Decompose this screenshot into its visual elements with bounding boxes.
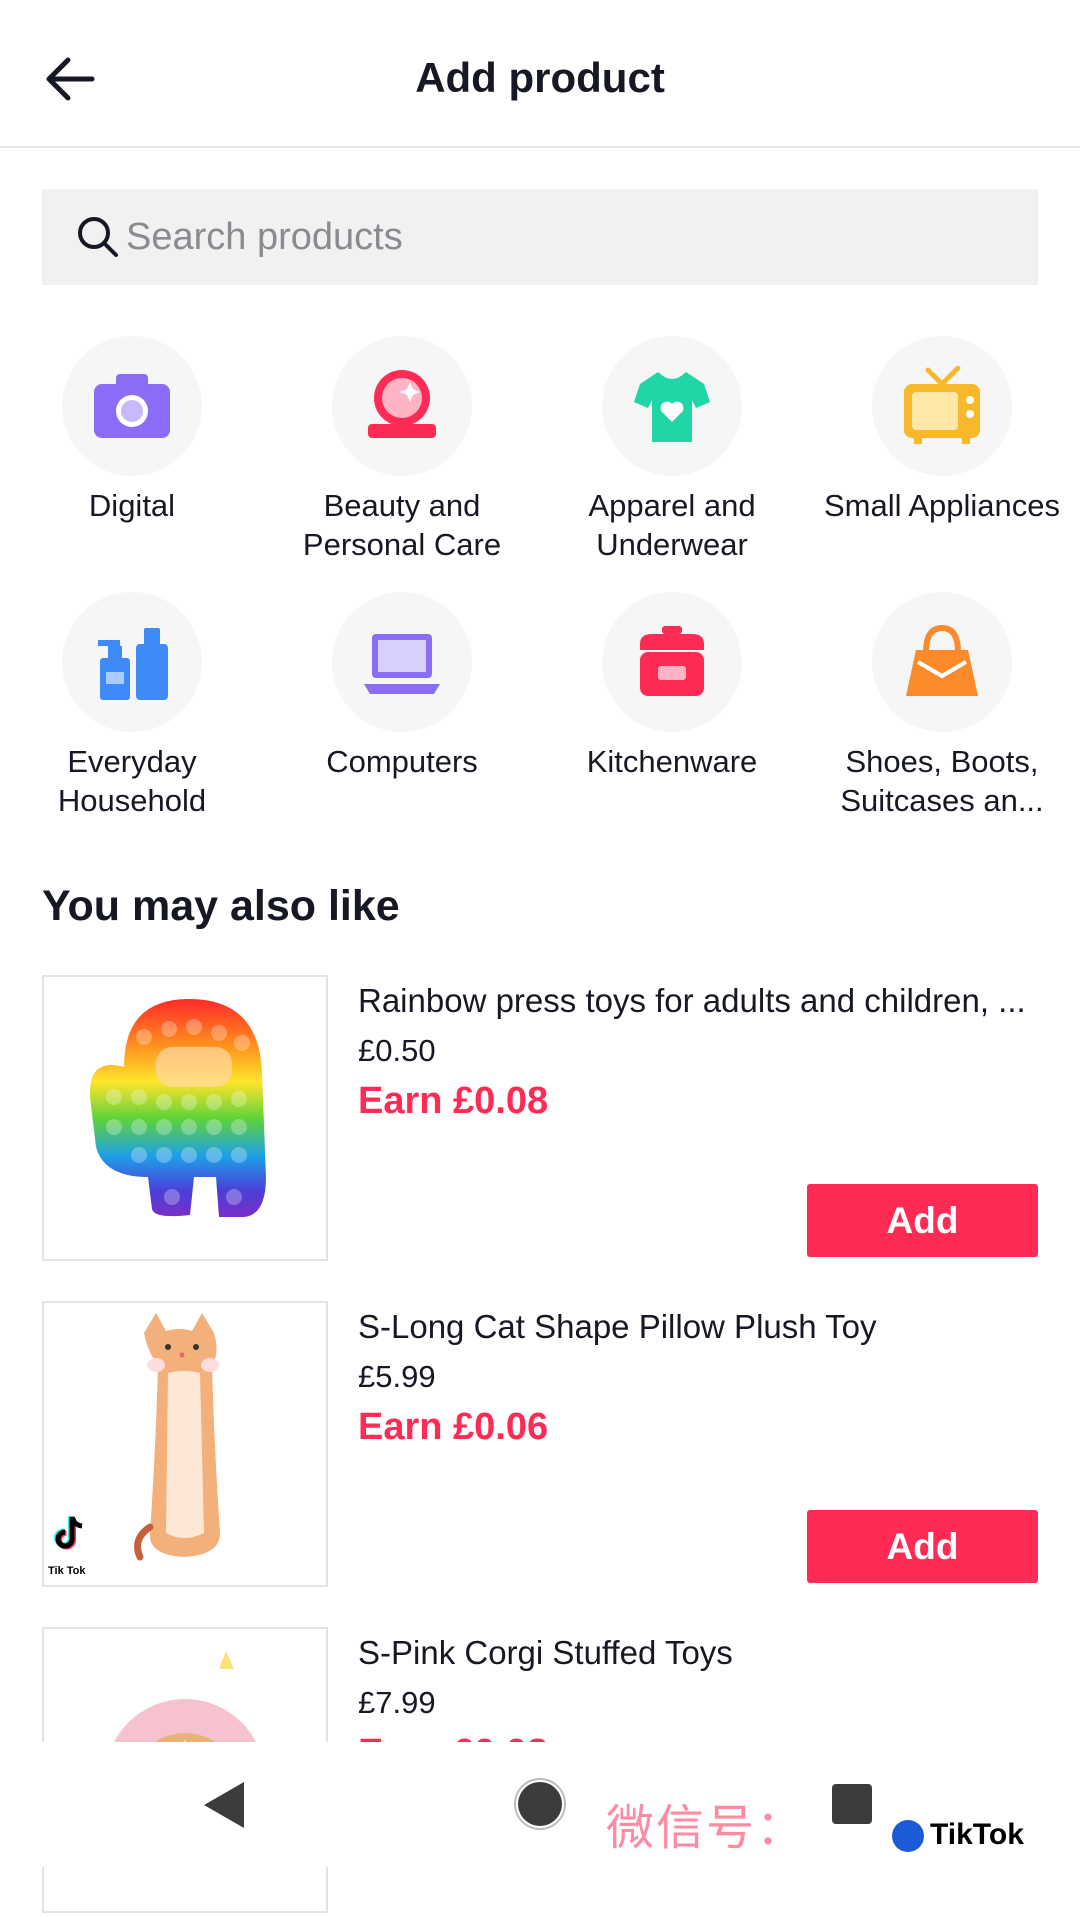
category-shoes-suitcases[interactable]: Shoes, Boots, Suitcases an... (807, 592, 1077, 820)
category-icon-bg (62, 336, 202, 476)
category-label: Shoes, Boots, Suitcases an... (840, 744, 1044, 818)
handbag-icon (906, 624, 978, 696)
category-computers[interactable]: Computers (267, 592, 537, 781)
category-icon-bg (62, 592, 202, 732)
tshirt-icon (634, 372, 710, 442)
page-title: Add product (415, 54, 665, 101)
category-icon-bg (602, 592, 742, 732)
add-button[interactable]: Add (807, 1510, 1038, 1583)
category-small-appliances[interactable]: Small Appliances (807, 336, 1077, 525)
rice-cooker-icon (640, 626, 704, 696)
product-earn: Earn £0.08 (358, 1080, 549, 1122)
product-name[interactable]: Rainbow press toys for adults and childr… (358, 979, 1038, 1023)
mirror-icon (368, 370, 436, 438)
category-label: Computers (326, 744, 478, 779)
product-card[interactable]: Tik Tok S-Long Cat Shape Pillow Plush To… (42, 1301, 1038, 1591)
category-icon-bg (602, 336, 742, 476)
bottles-icon (98, 628, 168, 700)
category-digital[interactable]: Digital (0, 336, 267, 525)
watermark-logo: TikTok (890, 1810, 1070, 1862)
product-card[interactable]: Rainbow press toys for adults and childr… (42, 975, 1038, 1265)
search-bar[interactable] (42, 189, 1038, 285)
category-kitchenware[interactable]: Kitchenware (537, 592, 807, 781)
product-name[interactable]: S-Pink Corgi Stuffed Toys (358, 1631, 1038, 1675)
section-title: You may also like (42, 882, 400, 930)
pop-it-toy-image (89, 999, 266, 1217)
category-apparel[interactable]: Apparel and Underwear (537, 336, 807, 564)
app-header: Add product (0, 0, 1080, 148)
product-price: £0.50 (358, 1033, 436, 1068)
product-price: £7.99 (358, 1685, 436, 1720)
camera-icon (94, 374, 170, 438)
tiktok-label: Tik Tok (48, 1565, 86, 1577)
category-icon-bg (872, 336, 1012, 476)
product-earn: Earn £0.06 (358, 1406, 549, 1448)
product-image[interactable] (42, 975, 328, 1261)
tv-icon (904, 366, 980, 444)
laptop-icon (364, 634, 440, 694)
nav-back-icon[interactable] (200, 1780, 248, 1830)
add-button[interactable]: Add (807, 1184, 1038, 1257)
product-name[interactable]: S-Long Cat Shape Pillow Plush Toy (358, 1305, 1038, 1349)
search-icon (78, 217, 118, 257)
category-label: Kitchenware (586, 744, 758, 779)
category-icon-bg (332, 336, 472, 476)
category-beauty[interactable]: Beauty and Personal Care (267, 336, 537, 564)
tiktok-logo-icon (54, 1516, 83, 1550)
category-label: Beauty and Personal Care (302, 488, 502, 562)
product-price: £5.99 (358, 1359, 436, 1394)
category-label: Small Appliances (823, 488, 1061, 523)
watermark-logo-text: TikTok (930, 1818, 1024, 1851)
nav-recent-apps-icon[interactable] (830, 1782, 874, 1826)
category-label: Digital (88, 488, 176, 523)
product-image[interactable]: Tik Tok (42, 1301, 328, 1587)
search-input[interactable] (126, 189, 1006, 285)
category-label: Everyday Household (57, 744, 207, 818)
nav-home-icon[interactable] (514, 1778, 566, 1830)
category-label: Apparel and Underwear (588, 488, 756, 562)
category-icon-bg (332, 592, 472, 732)
category-household[interactable]: Everyday Household (0, 592, 267, 820)
category-icon-bg (872, 592, 1012, 732)
watermark-text: 微信号： (606, 1800, 807, 1856)
